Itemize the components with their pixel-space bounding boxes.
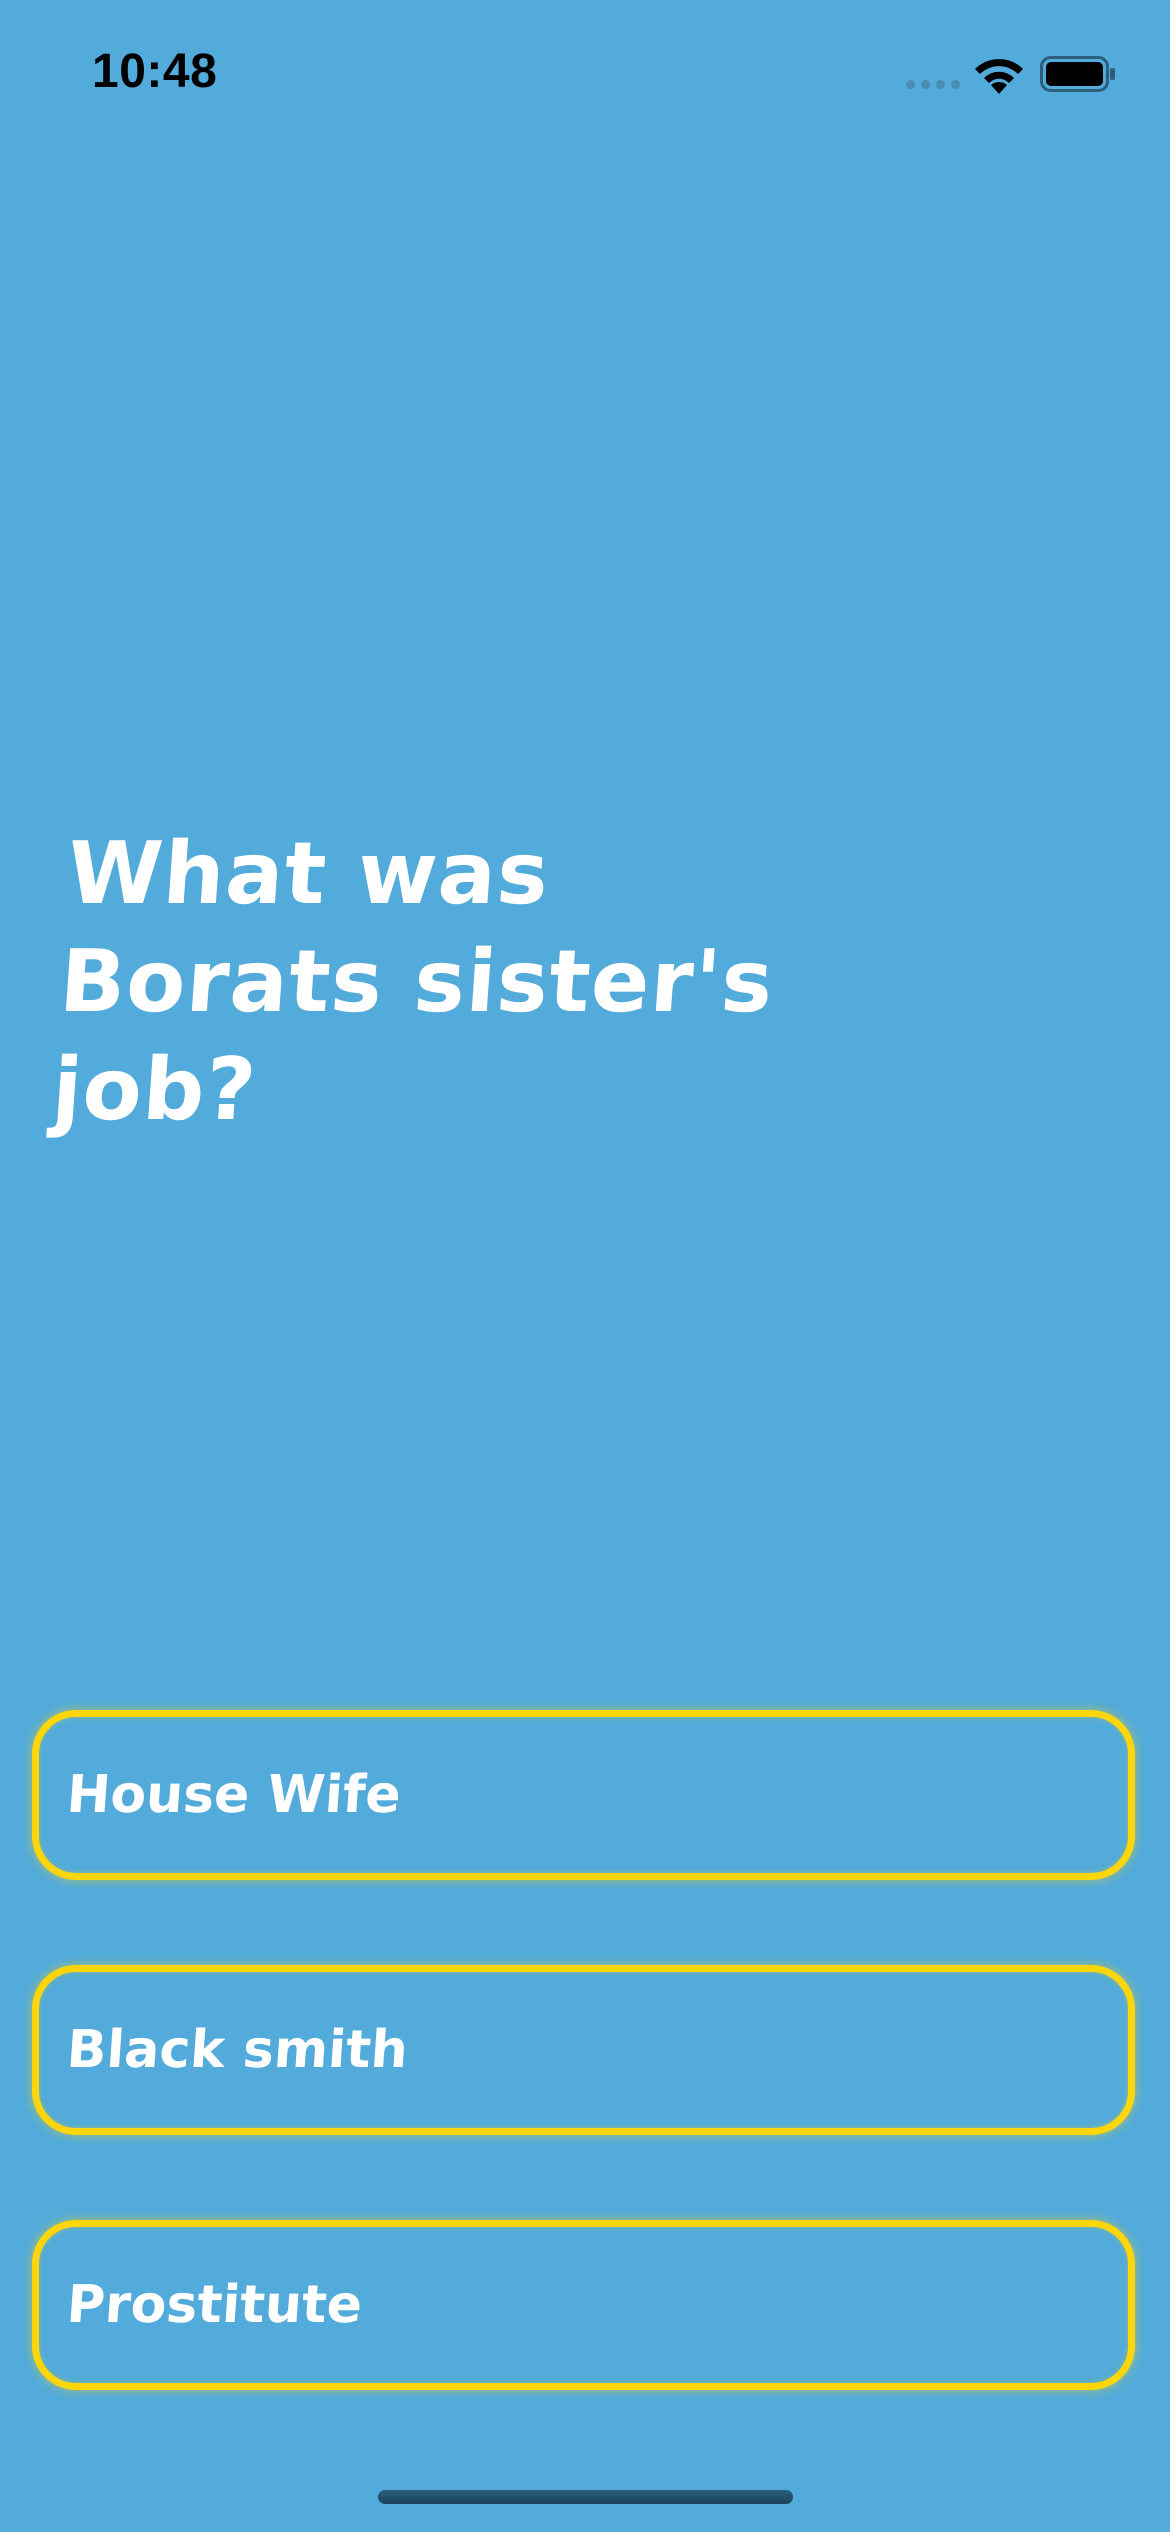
wifi-icon <box>975 59 1023 94</box>
battery-icon <box>1040 56 1115 92</box>
status-time: 10:48 <box>92 45 218 98</box>
home-indicator[interactable] <box>378 2490 793 2504</box>
question-text: What was Borats sister's job? <box>48 824 778 1140</box>
cellular-signal-icon <box>906 80 962 90</box>
answer-label: House Wife <box>64 1765 403 1825</box>
status-bar: 10:48 <box>0 0 1170 150</box>
answer-button-house-wife[interactable]: House Wife <box>32 1710 1135 1880</box>
answer-label: Black smith <box>64 2020 411 2080</box>
answer-button-prostitute[interactable]: Prostitute <box>32 2220 1135 2390</box>
answer-button-black-smith[interactable]: Black smith <box>32 1965 1135 2135</box>
answer-label: Prostitute <box>64 2275 365 2335</box>
